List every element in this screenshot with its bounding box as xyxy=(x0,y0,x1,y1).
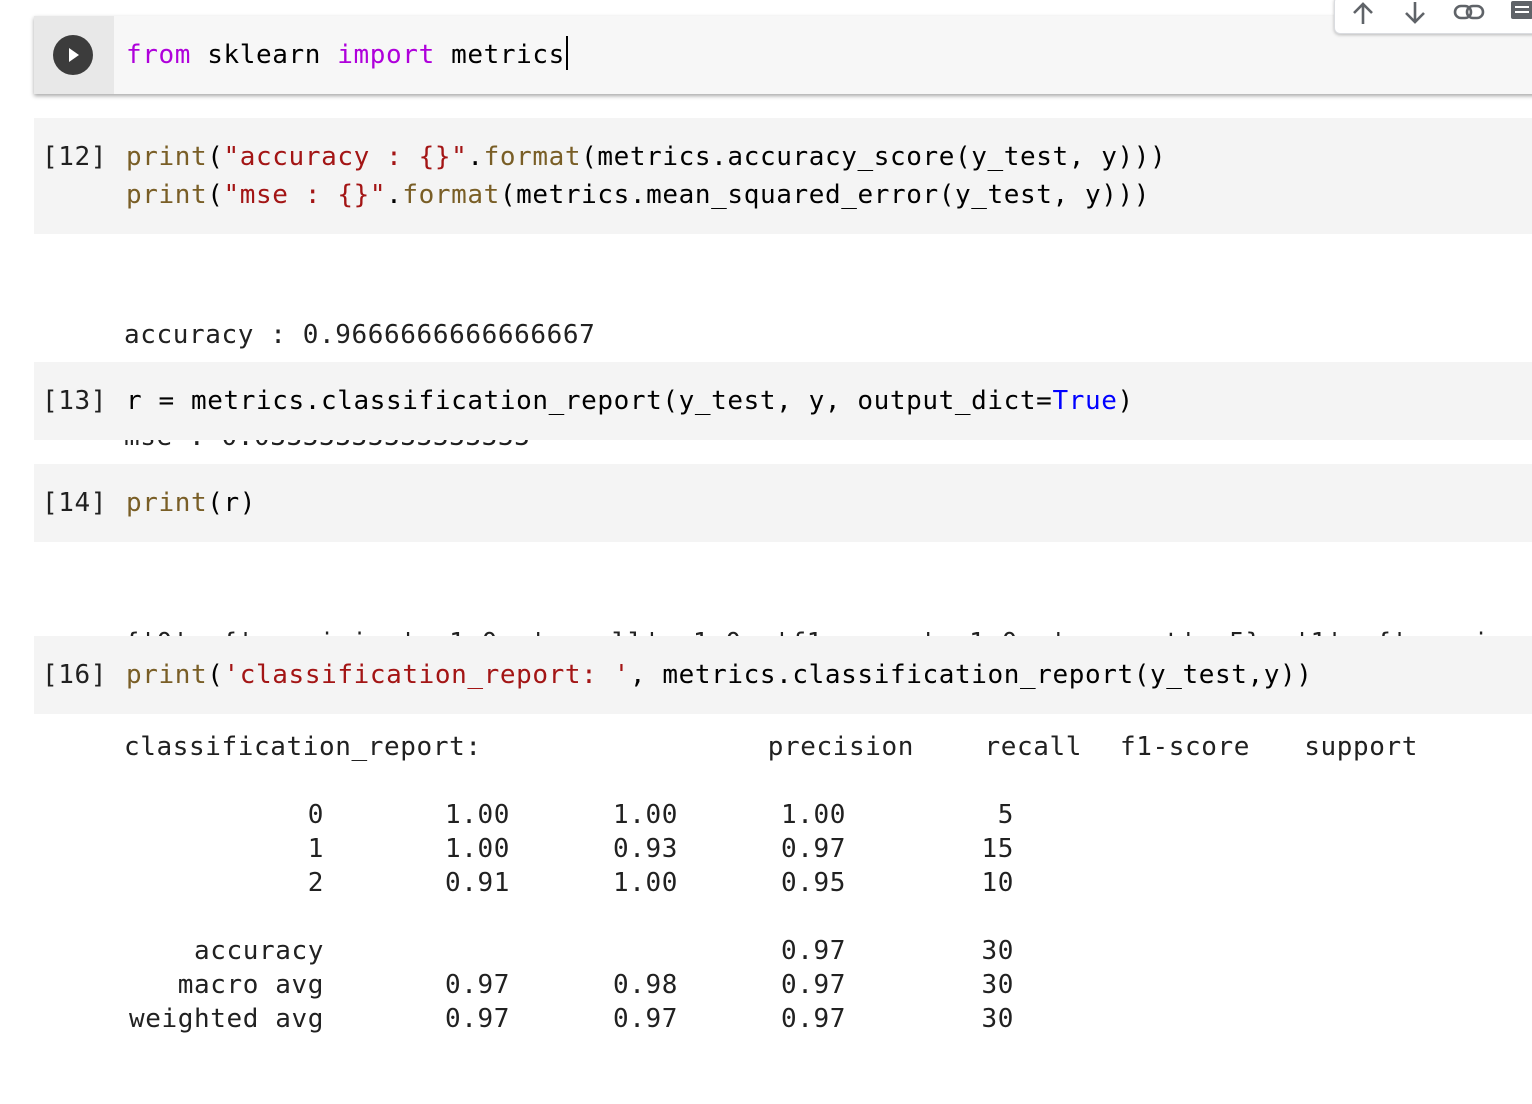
execution-count: [16] xyxy=(42,660,108,690)
code-cell-14[interactable]: [14] print(r) xyxy=(34,464,1532,542)
execution-count: [13] xyxy=(42,386,108,416)
row-label: macro avg xyxy=(177,970,324,1000)
row-value: 1.00 xyxy=(444,834,510,864)
code-token: import xyxy=(337,40,435,70)
row-label: weighted avg xyxy=(128,1004,324,1034)
code-token: 'classification_report: ' xyxy=(223,660,630,690)
row-label: 2 xyxy=(307,868,324,898)
code-line[interactable]: r = metrics.classification_report(y_test… xyxy=(126,382,1134,420)
code-cell-16[interactable]: [16] print('classification_report: ', me… xyxy=(34,636,1532,714)
comment-icon xyxy=(1511,1,1532,19)
code-token: . xyxy=(467,142,484,172)
row-value: 0.91 xyxy=(444,868,510,898)
code-token: print xyxy=(126,488,208,518)
row-value: 0.97 xyxy=(444,1004,510,1034)
code-token: (metrics.mean_squared_error(y_test, y))) xyxy=(499,180,1151,210)
code-token: metrics xyxy=(434,40,565,70)
code-token: from xyxy=(126,40,192,70)
row-value: 1.00 xyxy=(780,800,846,830)
row-label: 1 xyxy=(307,834,324,864)
move-cell-up-button[interactable] xyxy=(1343,0,1383,29)
code-line[interactable]: print('classification_report: ', metrics… xyxy=(126,656,1313,694)
code-token: print xyxy=(126,660,208,690)
cell-toolbar xyxy=(1334,0,1532,34)
column-header: support xyxy=(1304,732,1418,762)
code-token: ( xyxy=(207,660,224,690)
code-token: ) xyxy=(1117,386,1134,416)
column-header: recall xyxy=(984,732,1082,762)
report-row: 2 0.91 1.00 0.95 10 xyxy=(124,866,1124,900)
row-value: 15 xyxy=(981,834,1014,864)
code-token: . xyxy=(386,180,403,210)
row-value: 30 xyxy=(981,936,1014,966)
code-block[interactable]: r = metrics.classification_report(y_test… xyxy=(126,382,1134,420)
code-token: print xyxy=(126,180,208,210)
add-comment-button[interactable] xyxy=(1501,0,1532,29)
code-block[interactable]: print(r) xyxy=(126,484,256,522)
row-value: 1.00 xyxy=(444,800,510,830)
link-icon xyxy=(1453,4,1485,20)
move-cell-down-button[interactable] xyxy=(1395,0,1435,29)
code-token: ( xyxy=(207,142,224,172)
column-header: precision xyxy=(767,732,914,762)
row-value: 0.93 xyxy=(612,834,678,864)
row-label: 0 xyxy=(307,800,324,830)
report-row: macro avg 0.97 0.98 0.97 30 xyxy=(124,968,1124,1002)
code-block[interactable]: print('classification_report: ', metrics… xyxy=(126,656,1313,694)
row-value: 0.97 xyxy=(780,936,846,966)
row-value: 0.95 xyxy=(780,868,846,898)
report-row: accuracy 0.97 30 xyxy=(124,934,1124,968)
active-code-line[interactable]: from sklearn import metrics xyxy=(126,36,568,74)
play-icon xyxy=(69,48,79,62)
code-token: , metrics.classification_report(y_test,y… xyxy=(629,660,1313,690)
report-row: weighted avg 0.97 0.97 0.97 30 xyxy=(124,1002,1124,1036)
code-cell-13[interactable]: [13] r = metrics.classification_report(y… xyxy=(34,362,1532,440)
code-line[interactable]: print("accuracy : {}".format(metrics.acc… xyxy=(126,138,1166,176)
copy-link-button[interactable] xyxy=(1449,0,1489,29)
column-header: f1-score xyxy=(1119,732,1250,762)
code-token: (metrics.accuracy_score(y_test, y))) xyxy=(581,142,1167,172)
row-value: 10 xyxy=(981,868,1014,898)
code-token: r = metrics.classification_report(y_test… xyxy=(126,386,1053,416)
row-value: 0.97 xyxy=(780,970,846,1000)
report-header-row: classification_report: precision recall … xyxy=(124,730,1524,764)
code-line[interactable]: print(r) xyxy=(126,484,256,522)
row-value: 1.00 xyxy=(612,800,678,830)
run-gutter xyxy=(34,16,114,94)
row-value: 0.97 xyxy=(444,970,510,1000)
execution-count: [12] xyxy=(42,142,108,172)
code-line[interactable]: print("mse : {}".format(metrics.mean_squ… xyxy=(126,176,1166,214)
output-line: accuracy : 0.9666666666666667 xyxy=(124,320,596,350)
code-token: sklearn xyxy=(191,40,338,70)
code-token: (r) xyxy=(207,488,257,518)
classification-report-output: classification_report: precision recall … xyxy=(124,730,1524,1050)
code-token: format xyxy=(483,142,582,172)
report-row: 1 1.00 0.93 0.97 15 xyxy=(124,832,1124,866)
row-value: 0.98 xyxy=(612,970,678,1000)
row-value: 30 xyxy=(981,1004,1014,1034)
row-value: 30 xyxy=(981,970,1014,1000)
code-token: ( xyxy=(207,180,224,210)
code-token: "mse : {}" xyxy=(223,180,387,210)
text-cursor xyxy=(565,36,568,70)
row-value: 0.97 xyxy=(780,834,846,864)
code-token: True xyxy=(1052,386,1118,416)
row-value: 1.00 xyxy=(612,868,678,898)
row-value: 0.97 xyxy=(612,1004,678,1034)
report-row: 0 1.00 1.00 1.00 5 xyxy=(124,798,1124,832)
row-value: 5 xyxy=(997,800,1014,830)
arrow-up-icon xyxy=(1353,2,1373,24)
code-cell-12[interactable]: [12] print("accuracy : {}".format(metric… xyxy=(34,118,1532,234)
arrow-down-icon xyxy=(1405,2,1425,24)
row-label: accuracy xyxy=(193,936,324,966)
code-token: "accuracy : {}" xyxy=(223,142,468,172)
report-prefix: classification_report: xyxy=(124,732,482,762)
run-cell-button[interactable] xyxy=(53,35,93,75)
code-block[interactable]: print("accuracy : {}".format(metrics.acc… xyxy=(126,138,1166,214)
code-token: print xyxy=(126,142,208,172)
execution-count: [14] xyxy=(42,488,108,518)
active-code-cell[interactable]: from sklearn import metrics xyxy=(34,16,1532,94)
code-token: format xyxy=(402,180,500,210)
row-value: 0.97 xyxy=(780,1004,846,1034)
